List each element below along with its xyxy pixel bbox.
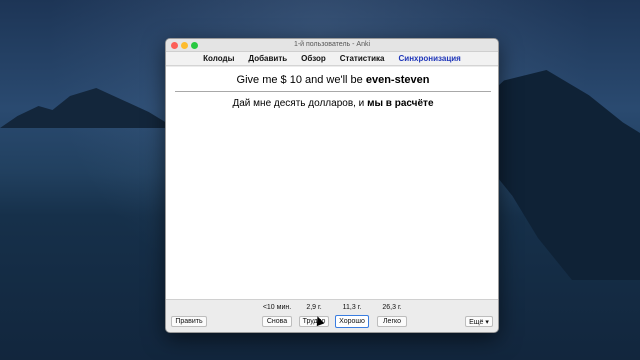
- card-back-text: Дай мне десять долларов, и: [232, 98, 368, 109]
- toolbar-stats[interactable]: Статистика: [340, 54, 385, 63]
- toolbar-sync[interactable]: Синхронизация: [399, 54, 461, 63]
- easy-button[interactable]: Легко: [377, 316, 407, 327]
- window-title: 1-й пользователь - Anki: [293, 41, 371, 48]
- edit-button[interactable]: Править: [171, 316, 207, 327]
- top-toolbar: Колоды Добавить Обзор Статистика Синхрон…: [166, 52, 498, 66]
- interval-good: 11,3 г.: [342, 304, 362, 311]
- again-button[interactable]: Снова: [262, 316, 292, 327]
- interval-hard: 2,9 г.: [306, 304, 322, 311]
- more-button[interactable]: Ещё ▾: [465, 316, 493, 327]
- toolbar-add[interactable]: Добавить: [248, 54, 287, 63]
- interval-easy: 26,3 г.: [382, 304, 402, 311]
- card-front-bold: even-steven: [365, 74, 430, 86]
- answer-divider: [175, 91, 491, 92]
- card-back-bold: мы в расчёте: [367, 98, 434, 109]
- card-front: Give me $ 10 and we'll be even-steven: [166, 74, 498, 86]
- answer-bar: Править <10 мин. Снова 2,9 г. Трудно 11,…: [166, 299, 498, 332]
- toolbar-browse[interactable]: Обзор: [301, 54, 326, 63]
- interval-again: <10 мин.: [262, 304, 292, 311]
- card-view: Give me $ 10 and we'll be even-steven Да…: [166, 67, 498, 299]
- good-button[interactable]: Хорошо: [335, 315, 369, 328]
- card-back: Дай мне десять долларов, и мы в расчёте: [166, 98, 498, 109]
- toolbar-decks[interactable]: Колоды: [203, 54, 234, 63]
- card-front-text: Give me $ 10 and we'll be: [236, 74, 366, 86]
- anki-window: 1-й пользователь - Anki Колоды Добавить …: [165, 38, 499, 333]
- title-bar[interactable]: 1-й пользователь - Anki: [166, 39, 498, 52]
